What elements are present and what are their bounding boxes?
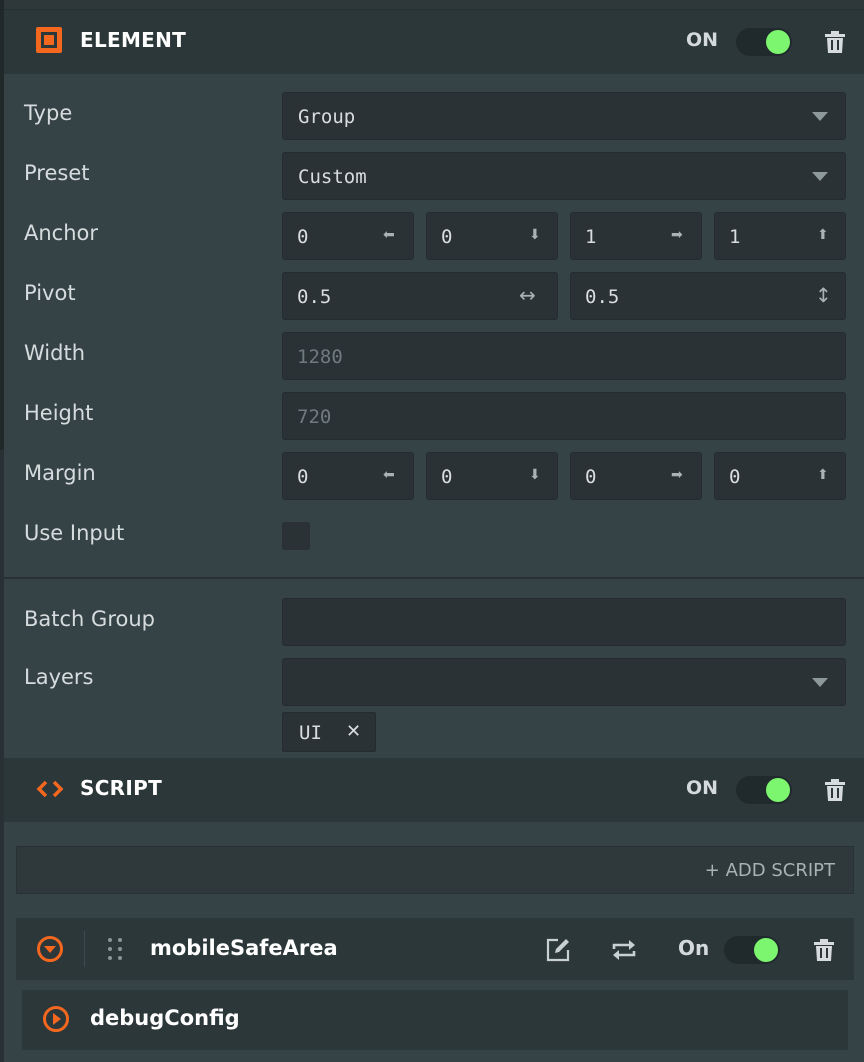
previous-panel-edge	[4, 0, 864, 10]
trash-icon[interactable]	[824, 30, 846, 54]
margin-top-value: 0	[729, 466, 741, 488]
margin-right-value: 0	[585, 466, 597, 488]
margin-right-input[interactable]: 0 ➡	[570, 452, 702, 500]
horizontal-arrow-icon: ↔	[519, 283, 536, 307]
script-item-toggle[interactable]	[724, 936, 780, 964]
trash-icon[interactable]	[824, 778, 846, 802]
layer-tag[interactable]: UI ✕	[282, 712, 376, 752]
code-brackets-icon	[36, 780, 64, 798]
chevron-down-icon	[812, 678, 828, 687]
anchor-right-input[interactable]: 1 ➡	[570, 212, 702, 260]
margin-label: Margin	[24, 461, 96, 485]
arrow-left-icon: ⬅	[383, 467, 395, 483]
element-square-icon	[36, 27, 62, 53]
drag-handle-icon[interactable]	[108, 938, 122, 964]
script-panel-header[interactable]: SCRIPT ON	[4, 758, 864, 822]
script-panel-title: SCRIPT	[80, 776, 163, 800]
arrow-up-icon: ⬆	[817, 227, 829, 243]
add-script-bar[interactable]: + ADD SCRIPT	[16, 846, 854, 894]
anchor-bottom-input[interactable]: 0 ⬇	[426, 212, 558, 260]
margin-bottom-value: 0	[441, 466, 453, 488]
preset-value: Custom	[298, 166, 367, 188]
margin-bottom-input[interactable]: 0 ⬇	[426, 452, 558, 500]
use-input-label: Use Input	[24, 521, 125, 545]
vertical-arrow-icon: ↕	[815, 283, 832, 307]
layers-label: Layers	[24, 665, 94, 689]
batch-group-label: Batch Group	[24, 607, 155, 631]
element-enable-toggle[interactable]	[736, 28, 792, 56]
type-label: Type	[24, 101, 73, 125]
collapse-toggle-icon[interactable]	[36, 935, 64, 963]
use-input-checkbox[interactable]	[282, 522, 310, 550]
add-script-button[interactable]: + ADD SCRIPT	[705, 860, 835, 881]
element-panel-header[interactable]: ELEMENT ON	[4, 10, 864, 74]
script-toggle-label: ON	[686, 777, 719, 799]
script-attribute-debug-config[interactable]: debugConfig	[22, 990, 848, 1050]
arrow-right-icon: ➡	[671, 227, 683, 243]
expand-toggle-icon[interactable]	[42, 1005, 70, 1033]
arrow-down-icon: ⬇	[529, 467, 541, 483]
edit-icon[interactable]	[544, 936, 572, 964]
preset-label: Preset	[24, 161, 90, 185]
pivot-label: Pivot	[24, 281, 76, 305]
arrow-down-icon: ⬇	[529, 227, 541, 243]
pivot-y-value: 0.5	[585, 286, 620, 308]
pivot-x-value: 0.5	[297, 286, 332, 308]
anchor-bottom-value: 0	[441, 226, 453, 248]
type-value: Group	[298, 106, 356, 128]
width-label: Width	[24, 341, 86, 365]
script-row-mobile-safe-area[interactable]: mobileSafeArea On	[16, 918, 854, 980]
anchor-label: Anchor	[24, 221, 99, 245]
margin-left-value: 0	[297, 466, 309, 488]
close-icon[interactable]: ✕	[346, 721, 361, 742]
anchor-top-value: 1	[729, 226, 741, 248]
arrow-right-icon: ➡	[671, 467, 683, 483]
anchor-left-value: 0	[297, 226, 309, 248]
anchor-top-input[interactable]: 1 ⬆	[714, 212, 846, 260]
section-divider	[4, 577, 864, 579]
batch-group-input[interactable]	[282, 598, 846, 646]
layers-dropdown[interactable]	[282, 658, 846, 706]
layer-tag-label: UI	[299, 722, 322, 744]
arrow-up-icon: ⬆	[817, 467, 829, 483]
anchor-right-value: 1	[585, 226, 597, 248]
margin-left-input[interactable]: 0 ⬅	[282, 452, 414, 500]
height-label: Height	[24, 401, 94, 425]
script-name: mobileSafeArea	[150, 936, 338, 960]
height-placeholder: 720	[297, 406, 332, 428]
margin-top-input[interactable]: 0 ⬆	[714, 452, 846, 500]
pivot-x-input[interactable]: 0.5 ↔	[282, 272, 558, 320]
width-input[interactable]: 1280	[282, 332, 846, 380]
arrow-left-icon: ⬅	[383, 227, 395, 243]
script-toggle-label: On	[678, 936, 710, 960]
reparse-icon[interactable]	[610, 936, 638, 964]
element-toggle-label: ON	[686, 29, 719, 51]
height-input[interactable]: 720	[282, 392, 846, 440]
trash-icon[interactable]	[813, 938, 835, 962]
type-dropdown[interactable]: Group	[282, 92, 846, 140]
width-placeholder: 1280	[297, 346, 343, 368]
debug-config-label: debugConfig	[90, 1006, 240, 1030]
chevron-down-icon	[812, 172, 828, 181]
chevron-down-icon	[812, 112, 828, 121]
preset-dropdown[interactable]: Custom	[282, 152, 846, 200]
script-enable-toggle[interactable]	[736, 776, 792, 804]
separator	[84, 931, 85, 967]
toggle-knob	[766, 30, 790, 54]
toggle-knob	[754, 938, 778, 962]
anchor-left-input[interactable]: 0 ⬅	[282, 212, 414, 260]
toggle-knob	[766, 778, 790, 802]
pivot-y-input[interactable]: 0.5 ↕	[570, 272, 846, 320]
element-panel-title: ELEMENT	[80, 28, 187, 52]
